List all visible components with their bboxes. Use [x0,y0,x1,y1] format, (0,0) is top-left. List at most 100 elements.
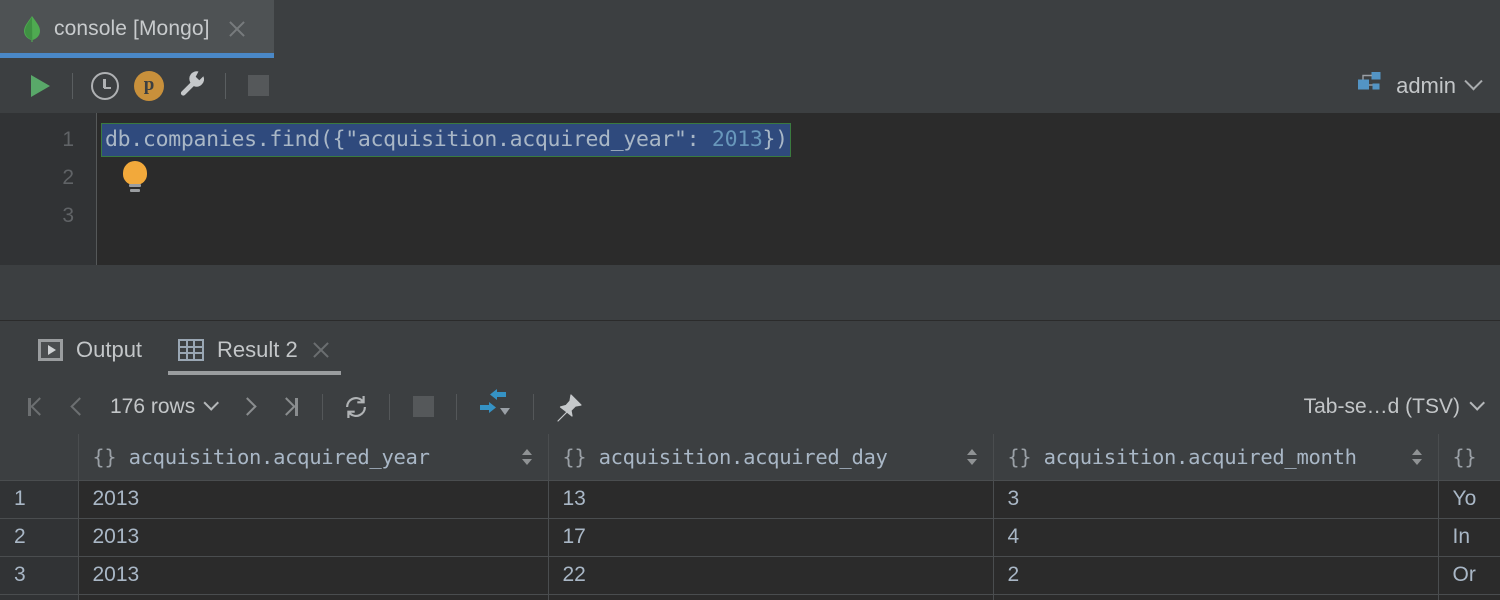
mongodb-leaf-icon [22,16,42,42]
table-row[interactable]: 1 2013 13 3 Yo [0,480,1500,518]
row-number [0,594,78,600]
code-area[interactable]: db.companies.find({"acquisition.acquired… [97,113,1500,265]
lightbulb-icon[interactable] [123,161,149,195]
profile-button[interactable]: p [127,66,171,106]
tab-output[interactable]: Output [20,321,160,379]
row-number: 2 [0,518,78,556]
last-page-button[interactable] [268,387,310,427]
data-transfer-button[interactable] [469,387,521,427]
panel-divider [0,265,1500,320]
column-header-acquired-month[interactable]: {} acquisition.acquired_month [993,434,1438,480]
row-count-label: 176 rows [110,395,195,419]
toolbar-divider [389,394,390,420]
column-header-label: acquisition.acquired_year [129,445,430,469]
cell-acquired-month[interactable]: 4 [993,518,1438,556]
datagrip-mongo-console: console [Mongo] p [0,0,1500,600]
row-count-selector[interactable]: 176 rows [100,395,226,419]
sort-arrows-icon[interactable] [965,447,979,467]
field-type-icon: {} [1008,445,1032,469]
cell-acquired-month[interactable]: 2 [993,556,1438,594]
selected-query-text[interactable]: db.companies.find({"acquisition.acquired… [101,123,791,157]
code-line-3[interactable] [97,197,1500,235]
next-page-button[interactable] [226,387,268,427]
pin-icon [553,393,581,421]
last-page-icon [278,397,296,415]
cell-acquired-month[interactable] [993,594,1438,600]
field-type-icon: {} [563,445,587,469]
chevron-down-icon [204,395,220,411]
play-icon [31,75,50,97]
toolbar-divider [533,394,534,420]
cell-acquired-year[interactable] [78,594,548,600]
console-output-icon [38,339,63,361]
column-header-next[interactable]: {} [1438,434,1500,480]
cell-acquired-year[interactable]: 2013 [78,556,548,594]
editor-line-gutter: 1 2 3 [0,113,97,265]
wrench-icon [178,68,208,103]
result-tab-bar: Output Result 2 [0,321,1500,379]
row-number: 1 [0,480,78,518]
p-circle-icon: p [134,71,164,101]
settings-button[interactable] [171,66,215,106]
close-icon[interactable] [311,340,331,360]
toolbar-divider [225,73,226,99]
result-table-wrapper[interactable]: {} acquisition.acquired_year {} acquisit… [0,434,1500,600]
column-header-label: acquisition.acquired_day [599,445,888,469]
code-editor[interactable]: 1 2 3 db.companies.find({"acquisition.ac… [0,113,1500,265]
stop-square-icon [248,75,269,96]
table-body: 1 2013 13 3 Yo 2 2013 17 4 In 3 [0,480,1500,600]
table-row[interactable]: 3 2013 22 2 Or [0,556,1500,594]
editor-tab-bar: console [Mongo] [0,0,1500,58]
column-header-acquired-year[interactable]: {} acquisition.acquired_year [78,434,548,480]
tab-result-2-label: Result 2 [217,337,298,363]
table-row[interactable]: 2 2013 17 4 In [0,518,1500,556]
code-line-2[interactable] [97,159,1500,197]
output-format-selector[interactable]: Tab-se…d (TSV) [1304,395,1486,419]
editor-toolbar: p admin [0,58,1500,113]
cell-next-column[interactable]: Or [1438,556,1500,594]
refresh-button[interactable] [335,387,377,427]
row-number-header [0,434,78,480]
cell-acquired-day[interactable]: 13 [548,480,993,518]
chevron-down-icon [1464,72,1482,90]
stop-square-icon [413,396,434,417]
toolbar-divider [322,394,323,420]
table-header-row: {} acquisition.acquired_year {} acquisit… [0,434,1500,480]
clock-icon [91,72,119,100]
column-header-acquired-day[interactable]: {} acquisition.acquired_day [548,434,993,480]
sort-arrows-icon[interactable] [520,447,534,467]
pin-button[interactable] [546,387,588,427]
cell-acquired-month[interactable]: 3 [993,480,1438,518]
stop-button[interactable] [236,66,280,106]
code-line-1[interactable]: db.companies.find({"acquisition.acquired… [97,121,1500,159]
cell-next-column[interactable]: In [1438,518,1500,556]
tab-result-2[interactable]: Result 2 [160,321,349,379]
first-page-button[interactable] [16,387,58,427]
history-button[interactable] [83,66,127,106]
tab-output-label: Output [76,337,142,363]
previous-page-icon [70,397,88,415]
query-number: 2013 [712,127,763,152]
close-icon[interactable] [226,18,248,40]
sort-arrows-icon[interactable] [1410,447,1424,467]
tab-active-underline [168,371,341,375]
line-number: 3 [0,197,96,235]
result-table: {} acquisition.acquired_year {} acquisit… [0,434,1500,600]
table-row[interactable] [0,594,1500,600]
data-transfer-icon [476,388,514,425]
run-button[interactable] [18,66,62,106]
toolbar-divider [72,73,73,99]
cell-acquired-day[interactable]: 17 [548,518,993,556]
cell-acquired-day[interactable]: 22 [548,556,993,594]
line-number: 2 [0,159,96,197]
cell-acquired-year[interactable]: 2013 [78,518,548,556]
cell-next-column[interactable]: Yo [1438,480,1500,518]
stop-button[interactable] [402,387,444,427]
console-tab[interactable]: console [Mongo] [0,0,274,58]
previous-page-button[interactable] [58,387,100,427]
schema-selector[interactable]: admin [1357,71,1486,100]
schema-selector-label: admin [1396,73,1456,99]
cell-acquired-day[interactable] [548,594,993,600]
cell-acquired-year[interactable]: 2013 [78,480,548,518]
cell-next-column[interactable] [1438,594,1500,600]
